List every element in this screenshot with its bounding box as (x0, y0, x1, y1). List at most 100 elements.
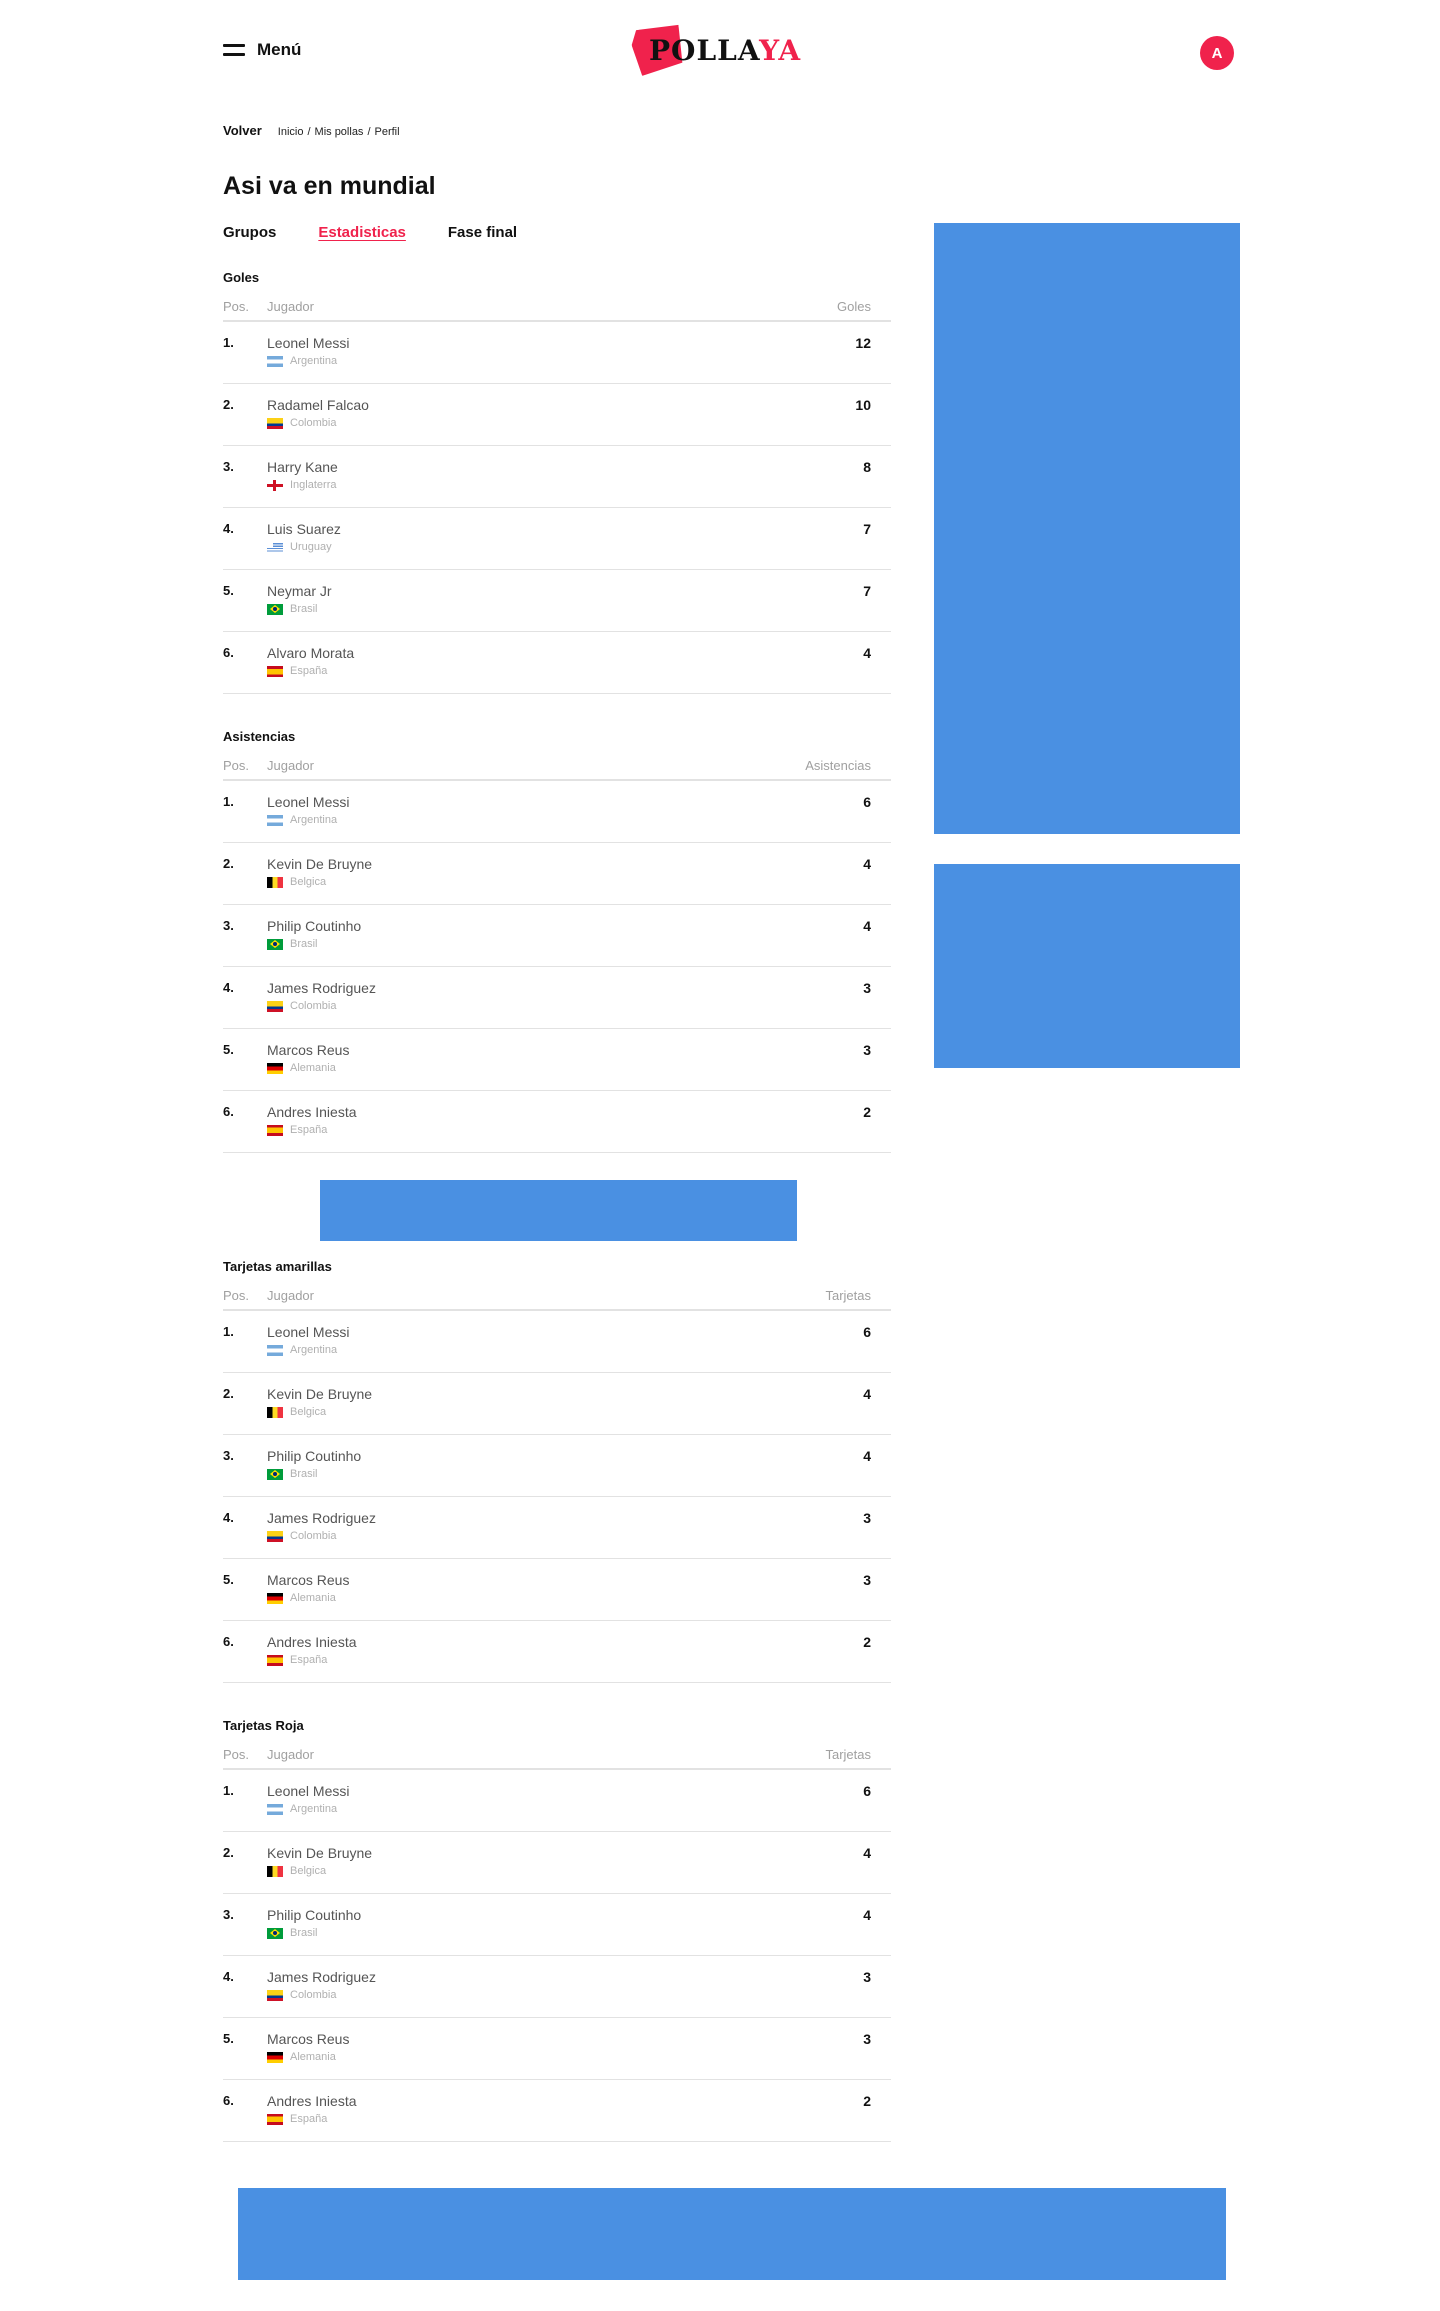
player-name: Luis Suarez (267, 521, 341, 537)
row-player: Neymar Jr Brasil (267, 583, 771, 631)
flag-argentina-icon (267, 1803, 283, 1815)
pollaya-logo[interactable]: POLLAYA (633, 22, 815, 74)
row-position: 1. (223, 1324, 234, 1339)
row-position: 3. (223, 459, 234, 474)
column-header-player: Jugador (267, 1746, 314, 1762)
breadcrumb-separator: / (367, 126, 371, 138)
player-country: Inglaterra (267, 479, 771, 491)
breadcrumb-path: Inicio / Mis pollas / Perfil (278, 126, 400, 138)
table-row[interactable]: 3. Philip Coutinho Brasil 4 (223, 905, 891, 967)
player-name: Alvaro Morata (267, 645, 355, 661)
table-row[interactable]: 3. Philip Coutinho Brasil 4 (223, 1894, 891, 1956)
country-name: Argentina (290, 814, 338, 826)
row-player: Leonel Messi Argentina (267, 335, 771, 383)
row-player: Andres Iniesta España (267, 2093, 771, 2141)
table-row[interactable]: 3. Philip Coutinho Brasil 4 (223, 1435, 891, 1497)
table-row[interactable]: 2. Kevin De Bruyne Belgica 4 (223, 843, 891, 905)
row-position: 1. (223, 335, 234, 350)
table-row[interactable]: 6. Andres Iniesta España 2 (223, 2080, 891, 2142)
table-row[interactable]: 1. Leonel Messi Argentina 6 (223, 781, 891, 843)
sidebar-ad-large[interactable] (934, 223, 1240, 834)
row-player: Marcos Reus Alemania (267, 2031, 771, 2079)
tab-fase-final[interactable]: Fase final (448, 224, 517, 241)
column-header-pos: Pos. (223, 298, 250, 314)
table-row[interactable]: 2. Radamel Falcao Colombia 10 (223, 384, 891, 446)
table-header: Pos. Jugador Asistencias (223, 751, 891, 781)
table-row[interactable]: 1. Leonel Messi Argentina 6 (223, 1311, 891, 1373)
table-row[interactable]: 4. James Rodriguez Colombia 3 (223, 1956, 891, 2018)
player-name: Andres Iniesta (267, 2093, 357, 2109)
player-name: Marcos Reus (267, 1572, 350, 1588)
row-position: 6. (223, 1104, 234, 1119)
player-country: Brasil (267, 603, 771, 615)
tab-grupos[interactable]: Grupos (223, 224, 276, 241)
breadcrumb-perfil[interactable]: Perfil (375, 126, 400, 138)
breadcrumb-inicio[interactable]: Inicio (278, 126, 304, 138)
user-avatar[interactable]: A (1200, 36, 1234, 70)
row-value: 2 (863, 1104, 871, 1120)
row-player: Alvaro Morata España (267, 645, 771, 693)
player-country: Colombia (267, 1000, 771, 1012)
country-name: España (290, 665, 328, 677)
stats-asistencias: Asistencias Pos. Jugador Asistencias 1. Leone… (223, 729, 891, 1153)
table-row[interactable]: 5. Marcos Reus Alemania 3 (223, 1559, 891, 1621)
flag-espana-icon (267, 1654, 283, 1666)
row-value: 3 (863, 2031, 871, 2047)
breadcrumb-separator: / (307, 126, 311, 138)
table-row[interactable]: 4. James Rodriguez Colombia 3 (223, 967, 891, 1029)
flag-brasil-icon (267, 1927, 283, 1939)
table-row[interactable]: 6. Andres Iniesta España 2 (223, 1091, 891, 1153)
row-player: Radamel Falcao Colombia (267, 397, 771, 445)
country-name: Inglaterra (290, 479, 337, 491)
country-name: Alemania (290, 1592, 336, 1604)
table-row[interactable]: 1. Leonel Messi Argentina 6 (223, 1770, 891, 1832)
column-header-value: Tarjetas (825, 1746, 871, 1762)
section-title: Asistencias (223, 729, 296, 744)
flag-alemania-icon (267, 1062, 283, 1074)
table-row[interactable]: 3. Harry Kane Inglaterra 8 (223, 446, 891, 508)
player-country: Argentina (267, 1803, 771, 1815)
section-title: Tarjetas Roja (223, 1718, 304, 1733)
country-name: Brasil (290, 1927, 318, 1939)
tab-estadisticas[interactable]: Estadisticas (318, 224, 406, 241)
country-name: Argentina (290, 1803, 338, 1815)
table-row[interactable]: 2. Kevin De Bruyne Belgica 4 (223, 1832, 891, 1894)
table-row[interactable]: 4. James Rodriguez Colombia 3 (223, 1497, 891, 1559)
flag-colombia-icon (267, 1989, 283, 2001)
back-link[interactable]: Volver (223, 123, 262, 138)
table-row[interactable]: 5. Neymar Jr Brasil 7 (223, 570, 891, 632)
player-country: España (267, 1124, 771, 1136)
menu-button[interactable]: Menú (223, 40, 301, 60)
flag-espana-icon (267, 2113, 283, 2125)
player-name: Harry Kane (267, 459, 338, 475)
table-row[interactable]: 1. Leonel Messi Argentina 12 (223, 322, 891, 384)
bottom-ad-banner[interactable] (238, 2188, 1226, 2280)
breadcrumb-mis-pollas[interactable]: Mis pollas (315, 126, 364, 138)
country-name: España (290, 1654, 328, 1666)
flag-uruguay-icon (267, 541, 283, 553)
inline-ad-banner[interactable] (320, 1180, 797, 1241)
row-value: 4 (863, 1386, 871, 1402)
country-name: Brasil (290, 603, 318, 615)
table-row[interactable]: 4. Luis Suarez Uruguay 7 (223, 508, 891, 570)
table-row[interactable]: 6. Alvaro Morata España 4 (223, 632, 891, 694)
column-header-pos: Pos. (223, 1287, 250, 1303)
player-country: Uruguay (267, 541, 771, 553)
country-name: Colombia (290, 1989, 337, 2001)
row-position: 2. (223, 856, 234, 871)
table-row[interactable]: 2. Kevin De Bruyne Belgica 4 (223, 1373, 891, 1435)
column-header-player: Jugador (267, 757, 314, 773)
row-position: 5. (223, 583, 234, 598)
row-position: 5. (223, 1572, 234, 1587)
column-header-pos: Pos. (223, 757, 250, 773)
table-row[interactable]: 5. Marcos Reus Alemania 3 (223, 2018, 891, 2080)
sidebar-ad-small[interactable] (934, 864, 1240, 1068)
flag-alemania-icon (267, 1592, 283, 1604)
row-player: Philip Coutinho Brasil (267, 918, 771, 966)
table-row[interactable]: 5. Marcos Reus Alemania 3 (223, 1029, 891, 1091)
row-position: 3. (223, 918, 234, 933)
row-value: 4 (863, 918, 871, 934)
player-name: Marcos Reus (267, 1042, 350, 1058)
table-row[interactable]: 6. Andres Iniesta España 2 (223, 1621, 891, 1683)
flag-belgica-icon (267, 876, 283, 888)
